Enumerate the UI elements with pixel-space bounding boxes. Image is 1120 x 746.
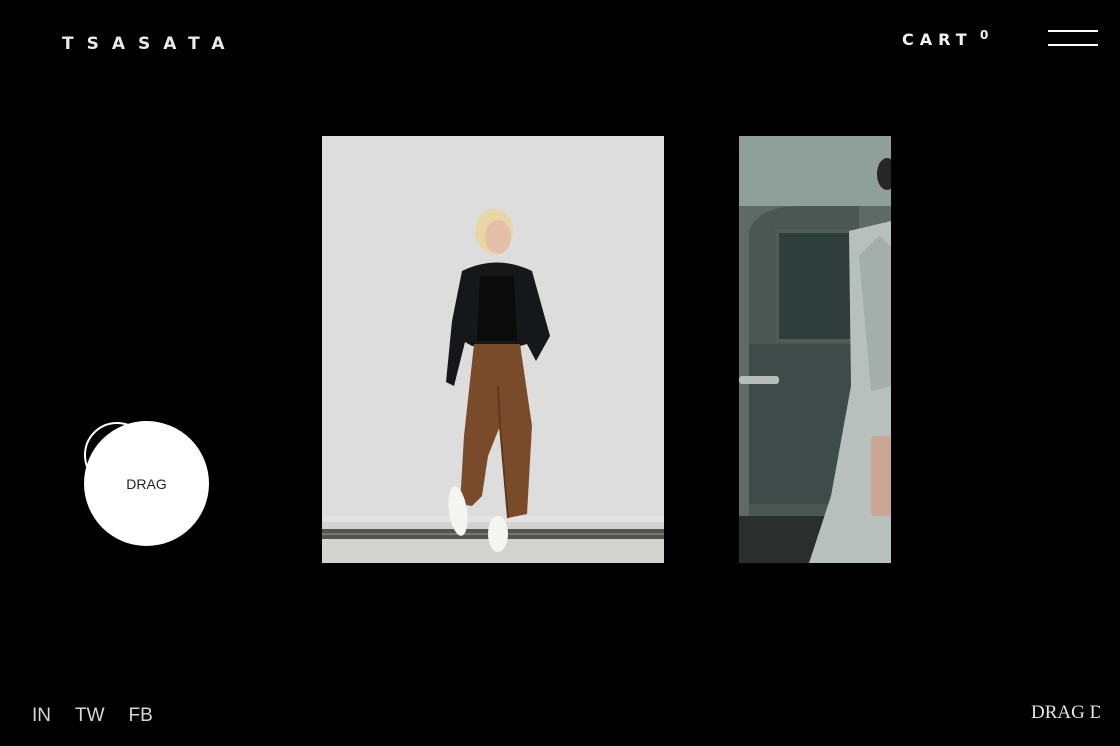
social-link-twitter[interactable]: TW xyxy=(75,705,105,727)
menu-line-top xyxy=(1048,30,1098,32)
cart-link[interactable]: CART xyxy=(902,30,973,49)
drag-handle[interactable]: DRAG xyxy=(84,421,209,546)
model-leather-jacket-photo xyxy=(322,136,664,563)
hamburger-icon[interactable] xyxy=(1048,30,1098,48)
model-grey-coat-photo xyxy=(739,136,891,563)
social-link-facebook[interactable]: FB xyxy=(129,705,153,727)
drag-label: DRAG xyxy=(126,475,167,492)
social-links: IN TW FB xyxy=(32,705,153,727)
cart-count-badge: 0 xyxy=(980,28,989,42)
brand-logo[interactable]: TSASATA xyxy=(62,34,238,54)
drag-marquee: DRAG DRAG DRAG xyxy=(1031,702,1100,723)
slide-image-2[interactable] xyxy=(739,136,891,563)
menu-line-bottom xyxy=(1048,44,1098,46)
social-link-instagram[interactable]: IN xyxy=(32,705,51,727)
slide-image-1[interactable] xyxy=(322,136,664,563)
